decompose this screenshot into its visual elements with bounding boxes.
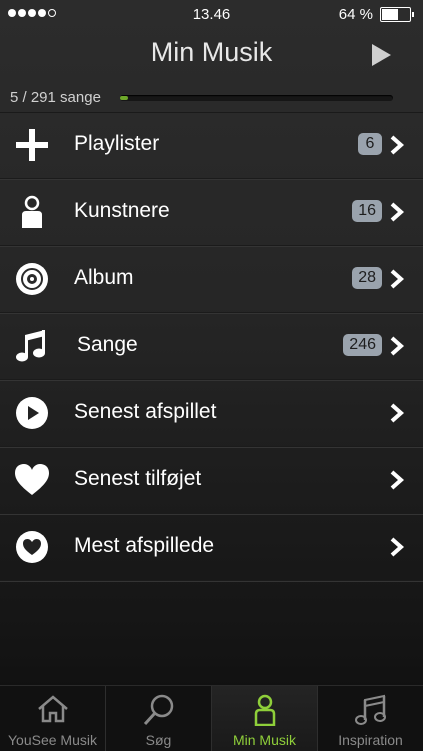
count-badge: 16 xyxy=(352,200,382,222)
person-icon xyxy=(254,694,275,726)
play-circle-icon xyxy=(16,397,48,429)
tab-label: Søg xyxy=(145,732,172,748)
tab-label: Min Musik xyxy=(232,732,296,748)
person-icon xyxy=(22,195,42,228)
menu-item-label: Playlister xyxy=(74,132,160,155)
count-badge: 246 xyxy=(343,334,382,356)
count-badge: 28 xyxy=(352,267,382,289)
menu-item-label: Album xyxy=(74,266,134,289)
chevron-right-icon xyxy=(390,537,405,557)
tab-min-musik[interactable]: Min Musik xyxy=(212,686,318,751)
chevron-right-icon xyxy=(390,403,405,423)
music-note-icon xyxy=(16,330,45,362)
menu-item-album[interactable]: Album 28 xyxy=(0,246,423,313)
menu-item-label: Sange xyxy=(77,333,138,356)
progress-bar xyxy=(120,95,393,101)
menu-item-label: Kunstnere xyxy=(74,199,170,222)
tab-soeg[interactable]: Søg xyxy=(106,686,212,751)
plus-icon xyxy=(16,129,48,161)
music-menu-list: Playlister 6 Kunstnere 16 Album 28 Sange… xyxy=(0,112,423,581)
page-title: Min Musik xyxy=(150,37,273,67)
progress-fill xyxy=(120,96,129,100)
chevron-right-icon xyxy=(390,135,405,155)
now-playing-button[interactable] xyxy=(372,44,391,66)
chevron-right-icon xyxy=(390,336,405,356)
menu-item-sange[interactable]: Sange 246 xyxy=(0,313,423,380)
tab-label: YouSee Musik xyxy=(8,732,97,748)
chevron-right-icon xyxy=(390,202,405,222)
menu-item-senest-afspillet[interactable]: Senest afspillet xyxy=(0,380,423,447)
menu-item-mest-afspillede[interactable]: Mest afspillede xyxy=(0,514,423,581)
menu-item-label: Senest afspillet xyxy=(74,400,217,423)
heart-icon xyxy=(15,464,49,495)
chevron-right-icon xyxy=(390,470,405,490)
battery-icon xyxy=(380,7,414,22)
tab-label: Inspiration xyxy=(338,732,403,748)
progress-text: 5 / 291 sange xyxy=(10,89,101,106)
menu-item-label: Mest afspillede xyxy=(74,534,215,557)
menu-item-senest-tilfoejet[interactable]: Senest tilføjet xyxy=(0,447,423,514)
search-icon xyxy=(143,694,173,726)
chevron-right-icon xyxy=(390,269,405,289)
count-badge: 6 xyxy=(358,133,382,155)
heart-circle-icon xyxy=(16,531,48,563)
menu-item-label: Senest tilføjet xyxy=(74,467,202,490)
battery-percentage: 64 % xyxy=(338,6,373,23)
tab-inspiration[interactable]: Inspiration xyxy=(318,686,423,751)
sync-progress: 5 / 291 sange xyxy=(0,84,423,113)
menu-item-playlister[interactable]: Playlister 6 xyxy=(0,112,423,179)
nav-header: Min Musik xyxy=(0,28,423,82)
music-note-icon xyxy=(354,694,386,725)
status-bar: 13.46 64 % xyxy=(0,0,423,28)
tab-yousee-musik[interactable]: YouSee Musik xyxy=(0,686,106,751)
menu-item-kunstnere[interactable]: Kunstnere 16 xyxy=(0,179,423,246)
tab-bar: YouSee Musik Søg Min Musik Inspiration xyxy=(0,685,423,751)
home-icon xyxy=(37,695,68,723)
cd-icon xyxy=(16,263,48,295)
